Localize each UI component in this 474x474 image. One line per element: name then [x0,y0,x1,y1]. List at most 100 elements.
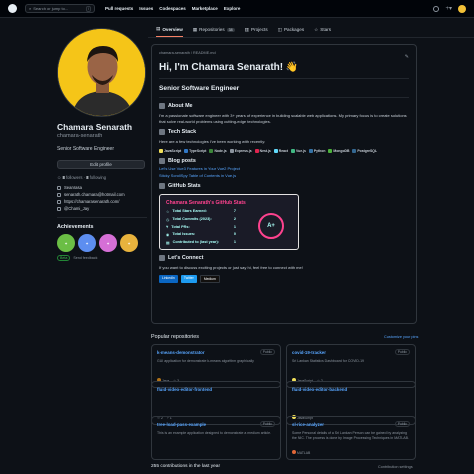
tabs-divider [148,37,474,38]
repo-name-link[interactable]: k-means-demonstrator [157,350,275,355]
stats-card-title: Chamara Senarath's GitHub Stats [166,199,246,206]
repo-description: Some Personal details of a Sri Lankan Pe… [292,431,409,440]
stats-label: Total Issues: [172,232,196,237]
python-icon [308,148,313,153]
tech-label: Python [313,148,326,153]
issue-icon: ◉ [166,232,170,237]
profile-website[interactable]: https://chamarasenarath.com/ [64,199,119,204]
mail-icon [57,192,61,197]
contribution-settings-dropdown[interactable]: Contribution settings [378,465,413,469]
repo-name-link[interactable]: fluid-video-editor-backend [292,387,410,392]
following-count[interactable]: 8 [86,175,88,180]
search-shortcut-key: / [86,5,91,12]
repo-counter: 38 [226,27,235,32]
followers-label[interactable]: followers [66,175,83,180]
repo-description: This is an example application designed … [157,431,272,435]
customize-pins-link[interactable]: Customize your pins [384,335,418,339]
stats-row: ▦ Contributed to (last year): 1 [166,240,292,245]
clock-icon: ◷ [166,217,170,222]
react-icon [273,148,278,153]
nav-pull-requests[interactable]: Pull requests [105,6,133,11]
nav-codespaces[interactable]: Codespaces [159,6,186,11]
stats-value: 2 [233,217,236,222]
readme-greeting: Hi, I'm Chamara Senarath! 👋 [159,62,299,73]
mongodb-icon [328,148,333,153]
vuejs-icon [291,148,296,153]
tab-overview[interactable]: ▤ Overview [156,26,183,37]
achievement-badge[interactable]: ✦ [78,234,96,252]
achievements-title[interactable]: Achievements [57,224,147,230]
people-icon: ☺ [57,175,62,180]
user-avatar-menu[interactable] [458,4,466,13]
repo-name-link[interactable]: sl-rice-analyzer [292,422,410,427]
nodejs-icon [209,148,214,153]
tech-text: Here are a few technologies I've been wo… [159,139,266,145]
tech-label: JavaScript [164,148,182,153]
linkedin-shield[interactable]: LinkedIn [159,275,178,284]
memo-icon [159,157,165,164]
tab-packages[interactable]: ◫ Packages [278,26,305,37]
javascript-icon [159,148,163,153]
connect-text: If you want to discuss exciting projects… [159,264,303,270]
achievement-badge[interactable]: ✦ [57,234,75,252]
location-icon [57,185,61,190]
medium-shield[interactable]: Medium [199,275,220,284]
stats-label: Contributed to (last year): [172,240,220,245]
profile-tabs: ▤ Overview ▦ Repositories 38 ▥ Projects ◫ Pac… [156,26,331,37]
achievements-beta: Beta Send feedback [57,255,147,261]
stats-label: Total PRs: [171,224,190,229]
profile-name: Chamara Senarath [57,122,133,132]
repo-name-link[interactable]: fluid-video-editor-frontend [157,387,275,392]
tab-repositories[interactable]: ▦ Repositories 38 [193,26,235,37]
visibility-badge: Public [259,421,275,427]
stats-label: Total Stars Earned: [172,209,207,214]
nav-marketplace[interactable]: Marketplace [192,6,218,11]
repo-name-link[interactable]: covid-19-tracker [292,350,410,355]
stats-grade-ring: A+ [258,212,284,239]
popular-repos-title: Popular repositories [151,334,199,340]
tools-icon [159,129,165,136]
notifications-icon[interactable] [433,5,440,12]
tech-item: Node.js [209,148,227,153]
repo-description: GUI application for demonstrate k-means … [157,359,254,363]
connect-title: Let's Connect [168,254,204,261]
top-navigation-bar: ⌕ Search or jump to... / Pull requests I… [0,0,474,18]
profile-twitter[interactable]: @Chami_Jay [64,206,89,211]
edit-pencil-icon[interactable]: ✎ [405,54,409,60]
achievement-badge[interactable]: ✦ [120,234,138,252]
search-input[interactable]: ⌕ Search or jump to... / [25,4,95,13]
edit-profile-button[interactable]: Edit profile [57,160,145,169]
repo-name-link[interactable]: tree-load-pass-example [157,422,275,427]
stats-value: 1 [233,224,236,229]
avatar-portrait [58,29,145,116]
tab-stars[interactable]: ☆ Stars [314,26,331,37]
profile-avatar[interactable] [57,28,146,117]
readme-path[interactable]: chamara-senarath / README.md [159,51,409,55]
tech-item: PostgreSQL [352,148,377,153]
visibility-badge: Public [394,421,410,427]
typescript-icon [184,148,189,153]
nav-issues[interactable]: Issues [139,6,153,11]
tab-label: Overview [162,26,183,32]
twitter-icon [57,206,61,211]
tech-item: MongoDB [328,148,349,153]
tech-item: JavaScript [159,148,182,153]
send-feedback-link[interactable]: Send feedback [73,256,97,260]
profile-location: Seanrasa [64,185,82,190]
following-label[interactable]: following [90,175,106,180]
blog-link[interactable]: Sticky ScrollSpy Table of Contents in Vu… [159,173,409,178]
tab-label: Repositories [199,27,225,32]
tab-label: Packages [283,27,305,32]
create-new-icon[interactable]: +▾ [445,5,452,12]
followers-count[interactable]: 8 [62,175,64,180]
tab-projects[interactable]: ▥ Projects [245,26,268,37]
readme-divider [159,78,409,79]
beta-badge: Beta [57,255,71,261]
profile-email[interactable]: senarath.chamara@hotmail.com [64,192,125,197]
github-logo-icon[interactable] [8,4,17,13]
achievement-badge[interactable]: ✦ [99,234,117,252]
twitter-shield[interactable]: Twitter [180,275,197,284]
handshake-icon [159,254,165,261]
blog-link[interactable]: Let's Use Vue3 Features in Your Vue2 Pro… [159,166,409,171]
nav-explore[interactable]: Explore [224,6,241,11]
